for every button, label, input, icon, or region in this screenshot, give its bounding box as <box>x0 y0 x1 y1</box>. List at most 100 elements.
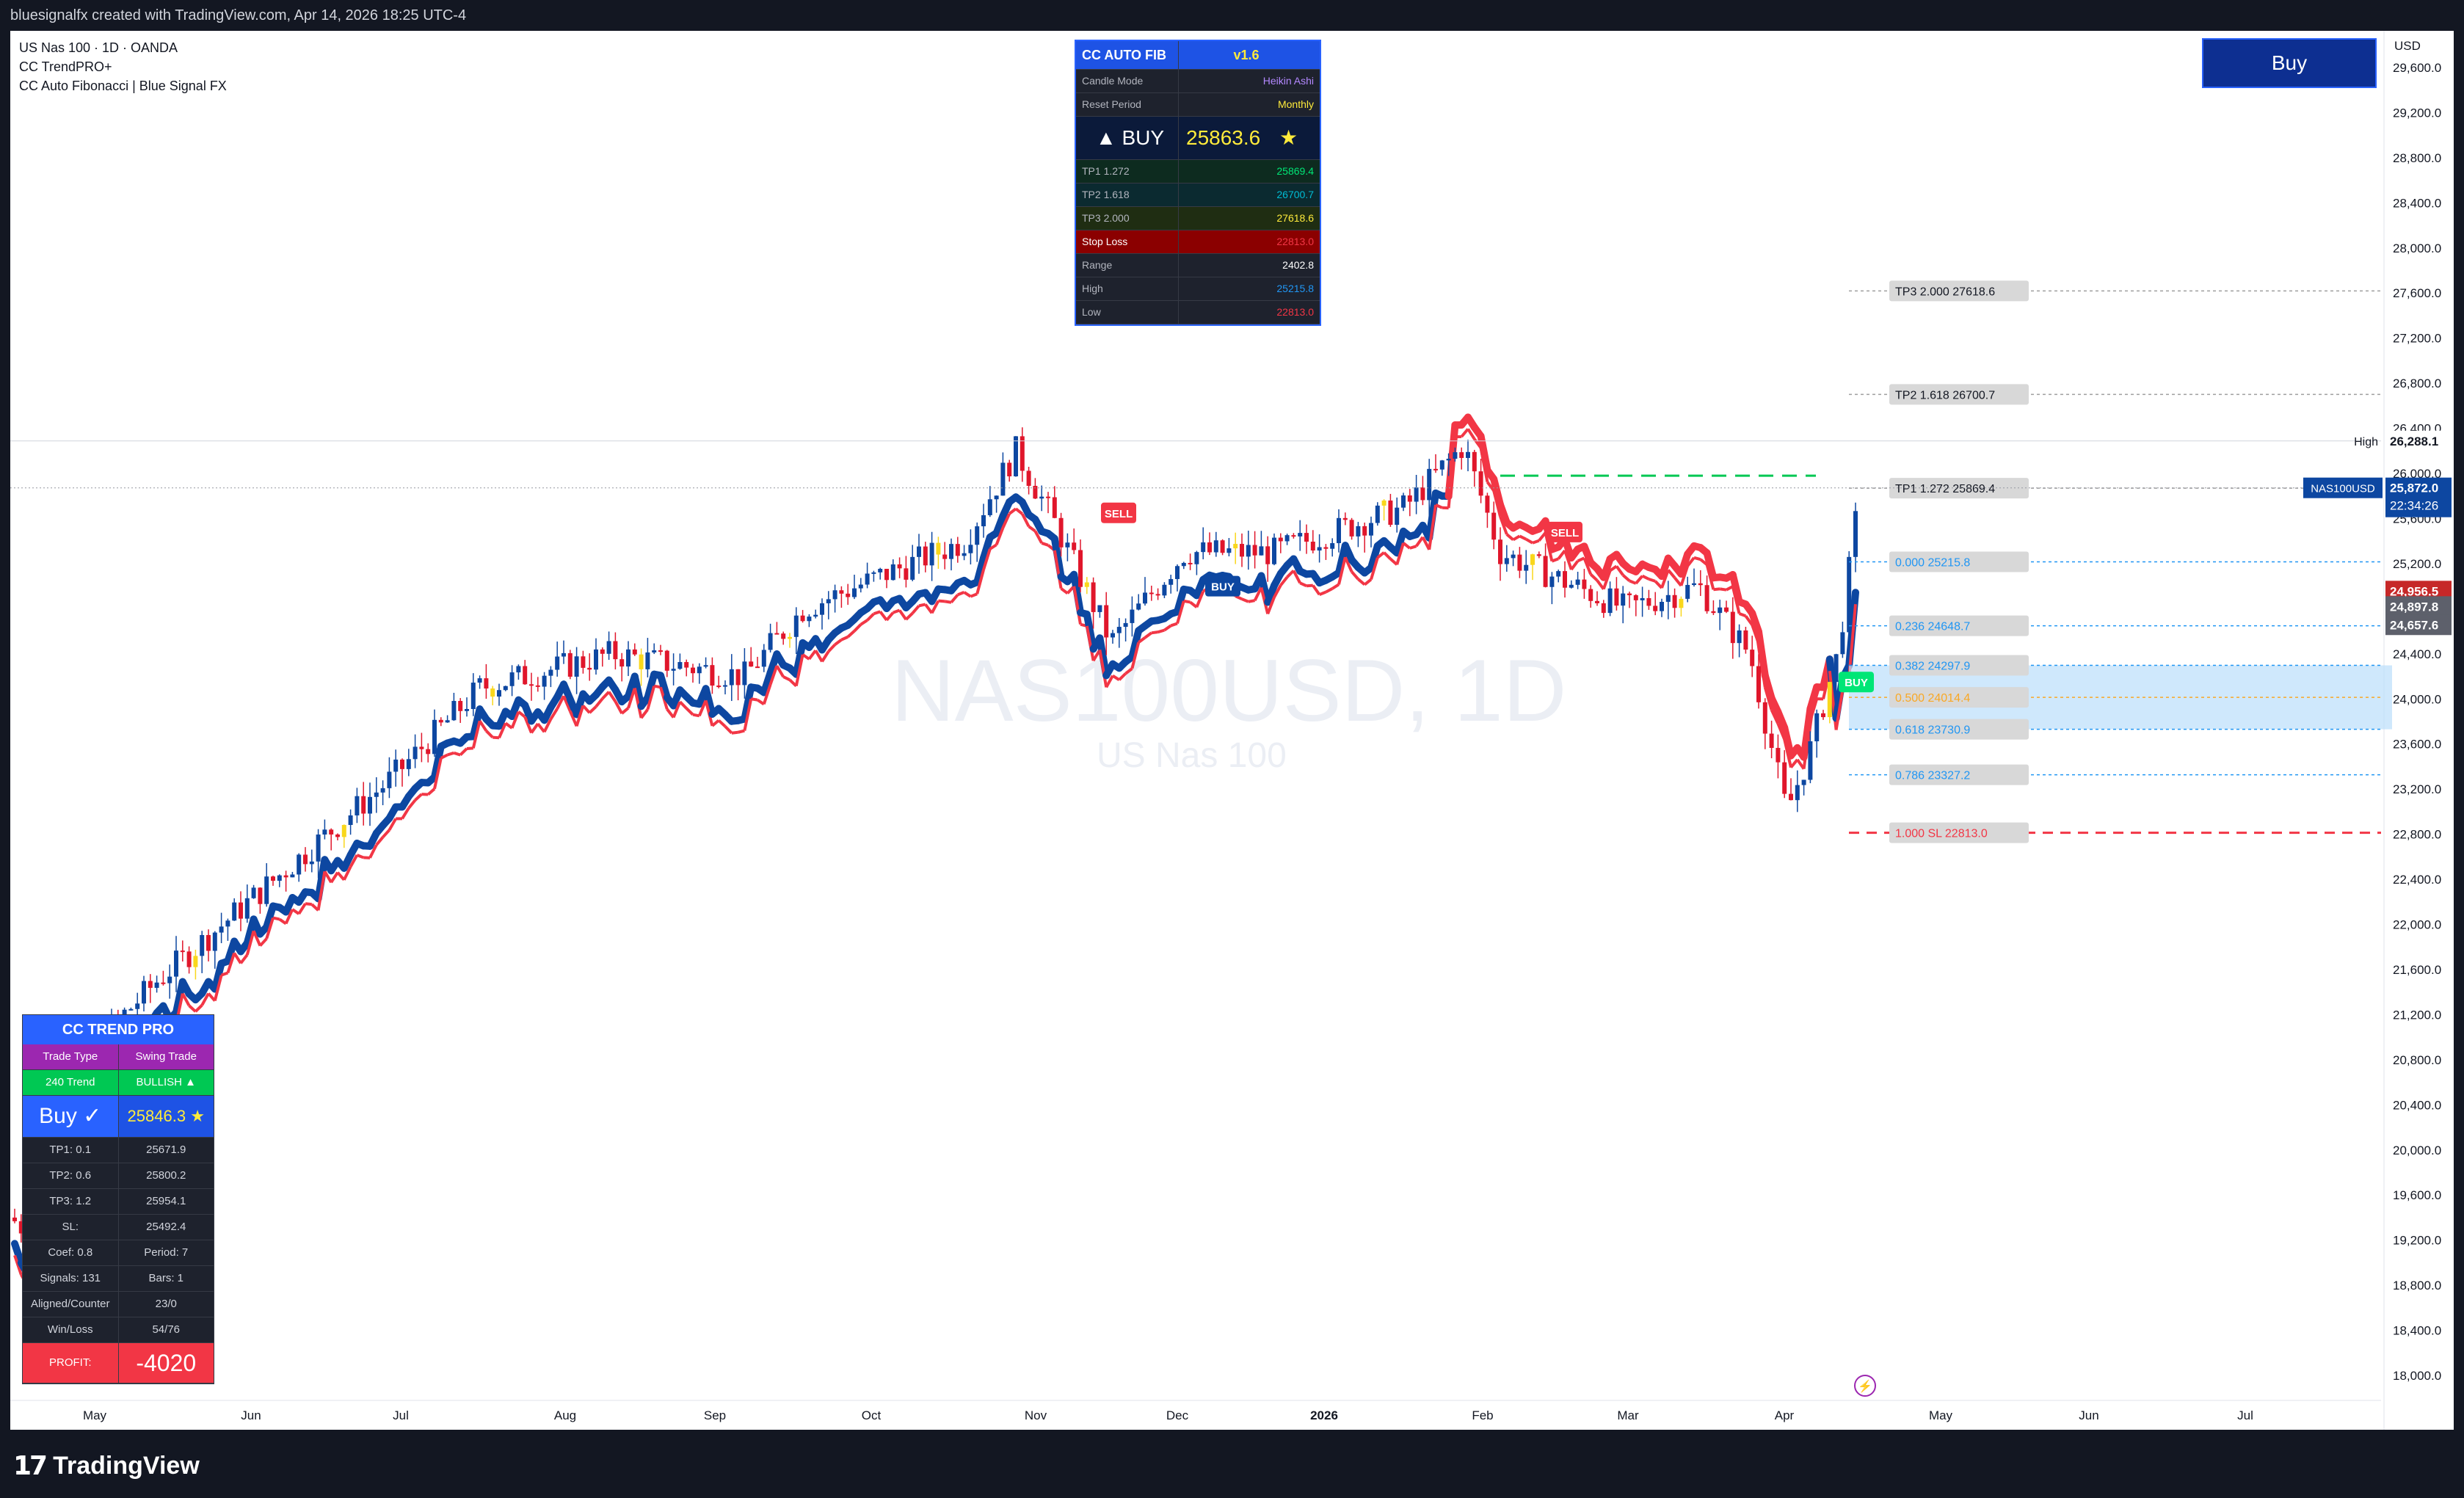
candle-body[interactable] <box>703 665 708 667</box>
candle-body[interactable] <box>1782 762 1787 794</box>
candle-body[interactable] <box>1737 630 1742 644</box>
candle-body[interactable] <box>1162 584 1167 596</box>
candle-body[interactable] <box>477 678 482 683</box>
candle-body[interactable] <box>884 569 889 581</box>
candle-body[interactable] <box>923 546 928 566</box>
candle-body[interactable] <box>258 887 263 904</box>
candle-body[interactable] <box>1795 785 1800 801</box>
candle-body[interactable] <box>1149 592 1154 595</box>
candle-body[interactable] <box>1472 451 1477 472</box>
candle-body[interactable] <box>1601 603 1606 614</box>
candle-body[interactable] <box>1633 595 1638 600</box>
candle-body[interactable] <box>652 650 657 652</box>
candle-body[interactable] <box>904 568 909 580</box>
candle-body[interactable] <box>271 876 275 881</box>
candle-body[interactable] <box>1478 471 1483 496</box>
candle-body[interactable] <box>1485 495 1490 513</box>
candle-body[interactable] <box>968 545 973 553</box>
candle-body[interactable] <box>419 746 424 749</box>
candle-body[interactable] <box>606 641 611 654</box>
legend-symbol[interactable]: US Nas 100 · 1D · OANDA <box>19 38 227 57</box>
candle-body[interactable] <box>1724 607 1729 612</box>
candle-body[interactable] <box>1834 654 1839 683</box>
candle-body[interactable] <box>910 556 915 580</box>
candle-body[interactable] <box>1104 605 1109 638</box>
candle-body[interactable] <box>1181 562 1186 567</box>
candle-body[interactable] <box>1130 609 1135 623</box>
candle-body[interactable] <box>348 815 353 825</box>
candle-body[interactable] <box>658 650 663 652</box>
candle-body[interactable] <box>523 666 528 685</box>
candle-body[interactable] <box>1491 512 1497 540</box>
candle-body[interactable] <box>1298 533 1303 537</box>
candle-body[interactable] <box>671 669 676 671</box>
candle-body[interactable] <box>374 792 379 797</box>
candle-body[interactable] <box>438 719 443 723</box>
candle-body[interactable] <box>710 665 715 686</box>
candle-body[interactable] <box>1653 606 1658 611</box>
candle-body[interactable] <box>846 593 851 597</box>
candle-body[interactable] <box>723 685 727 687</box>
candle-body[interactable] <box>949 544 953 559</box>
candle-body[interactable] <box>645 652 650 669</box>
candle-body[interactable] <box>664 650 669 671</box>
candle-body[interactable] <box>1207 542 1212 553</box>
candle-body[interactable] <box>529 684 534 686</box>
candle-body[interactable] <box>562 652 566 657</box>
candle-body[interactable] <box>1672 595 1677 608</box>
candle-body[interactable] <box>897 564 902 569</box>
candle-body[interactable] <box>1420 487 1425 501</box>
candle-body[interactable] <box>1595 600 1599 603</box>
candle-body[interactable] <box>1427 468 1432 501</box>
candle-body[interactable] <box>341 824 346 837</box>
candle-body[interactable] <box>1226 548 1232 553</box>
candle-body[interactable] <box>1769 733 1774 749</box>
candle-body[interactable] <box>1388 500 1393 526</box>
candle-body[interactable] <box>600 649 605 654</box>
chart-pane[interactable]: NAS100USD, 1D US Nas 100 USD 29,600.0 29,2… <box>10 31 2454 1430</box>
candle-body[interactable] <box>212 932 217 951</box>
candle-body[interactable] <box>890 564 895 581</box>
candle-body[interactable] <box>303 854 308 865</box>
candle-body[interactable] <box>1530 554 1535 565</box>
candle-body[interactable] <box>445 720 450 723</box>
candle-body[interactable] <box>329 829 334 835</box>
legend-indicator-autofib[interactable]: CC Auto Fibonacci | Blue Signal FX <box>19 76 227 95</box>
candle-body[interactable] <box>225 920 230 927</box>
candle-body[interactable] <box>1381 500 1387 506</box>
candle-body[interactable] <box>800 615 805 622</box>
candle-body[interactable] <box>542 675 547 687</box>
candle-body[interactable] <box>1718 607 1723 614</box>
candle-body[interactable] <box>1679 598 1684 608</box>
candle-body[interactable] <box>852 588 857 597</box>
candle-body[interactable] <box>581 656 586 668</box>
candle-body[interactable] <box>691 667 695 674</box>
candle-body[interactable] <box>355 796 360 815</box>
candle-body[interactable] <box>1543 556 1548 587</box>
candle-body[interactable] <box>826 599 831 603</box>
candle-body[interactable] <box>1265 546 1271 564</box>
candle-body[interactable] <box>1246 545 1251 557</box>
candle-body[interactable] <box>975 526 980 545</box>
candle-body[interactable] <box>509 672 515 686</box>
candle-body[interactable] <box>297 854 302 875</box>
candle-body[interactable] <box>1407 495 1412 502</box>
candle-body[interactable] <box>697 666 702 674</box>
candle-body[interactable] <box>962 553 967 556</box>
candle-body[interactable] <box>322 829 327 835</box>
candle-body[interactable] <box>1704 585 1709 611</box>
candle-body[interactable] <box>200 934 205 956</box>
candle-body[interactable] <box>1801 779 1806 785</box>
candle-body[interactable] <box>1252 545 1257 556</box>
candle-body[interactable] <box>470 683 476 710</box>
candle-body[interactable] <box>781 633 786 639</box>
candle-body[interactable] <box>1020 436 1025 471</box>
candle-body[interactable] <box>1136 603 1141 610</box>
candle-body[interactable] <box>1310 542 1315 551</box>
candle-body[interactable] <box>1556 571 1561 577</box>
candle-body[interactable] <box>1466 451 1470 458</box>
candle-body[interactable] <box>309 861 314 865</box>
candle-body[interactable] <box>858 584 863 589</box>
candle-body[interactable] <box>1026 470 1031 486</box>
candle-body[interactable] <box>128 1008 134 1011</box>
